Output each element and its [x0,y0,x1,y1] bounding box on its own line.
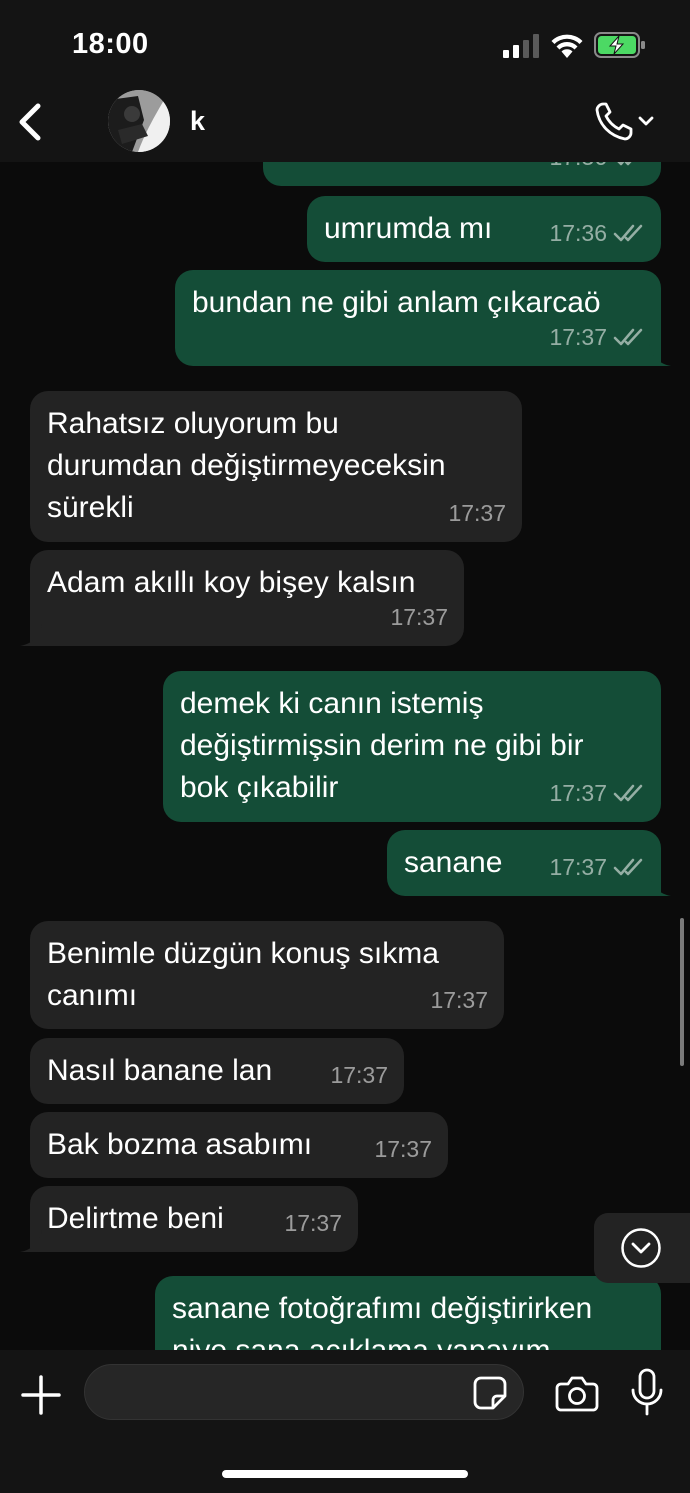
home-indicator [222,1470,468,1478]
message-time: 17:37 [549,780,607,806]
bubble-tail [649,874,671,896]
status-time: 18:00 [72,28,149,60]
wifi-icon [551,34,583,58]
message-text: Rahatsız oluyorum bu durumdan değiştirme… [47,407,446,524]
double-check-icon [617,162,632,166]
message-bubble[interactable]: sanane fotoğrafımı değiştirirken niye sa… [155,1276,661,1350]
plus-icon[interactable] [20,1374,62,1416]
message-time: 17:37 [448,500,506,526]
double-check-icon [613,784,643,802]
message-time: 17:37 [549,324,607,350]
message-bubble[interactable]: bundan ne gibi anlam çıkarcaö 17:37 [175,270,671,366]
double-check-icon [613,858,643,876]
message-time: 17:37 [549,854,607,880]
message-text: sanane fotoğrafımı değiştirirken niye sa… [172,1292,593,1350]
phone-icon [595,102,654,141]
message-bubble[interactable]: Bak bozma asabımı 17:37 [30,1112,448,1178]
status-bar: 18:00 [0,0,690,90]
contact-name[interactable]: k [190,106,205,137]
avatar[interactable] [108,90,170,152]
sticker-icon[interactable] [473,1376,507,1410]
battery-charging-icon [594,32,645,58]
microphone-icon[interactable] [630,1368,664,1418]
bubble-tail [20,624,42,646]
message-list[interactable]: 17:36 umrumda mı 17:36 bundan ne gibi an… [0,162,690,1350]
message-time: 17:37 [374,1136,432,1162]
message-bubble[interactable]: umrumda mı 17:36 [307,196,661,262]
message-bubble[interactable]: demek ki canın istemiş değiştirmişsin de… [163,671,661,822]
message-time: 17:37 [390,604,448,630]
message-bubble[interactable]: Benimle düzgün konuş sıkma canımı 17:37 [30,921,504,1029]
bubble-tail [20,1230,42,1252]
chat-header: k [0,90,690,162]
message-text: Adam akıllı koy bişey kalsın [47,566,416,599]
message-input[interactable] [105,1365,469,1421]
double-check-icon [613,328,643,346]
message-bubble[interactable]: Delirtme beni 17:37 [20,1186,358,1252]
bubble-tail [649,344,671,366]
message-time: 17:36 [549,162,607,178]
message-time: 17:37 [430,987,488,1013]
double-check-icon [613,224,643,242]
scroll-to-bottom-button[interactable] [594,1213,690,1283]
chevron-down-circle-icon [621,1228,661,1268]
call-button[interactable] [594,100,658,144]
message-time: 17:37 [284,1210,342,1236]
input-bar [0,1350,690,1493]
message-time: 17:36 [549,220,607,246]
message-text: Benimle düzgün konuş sıkma canımı [47,937,439,1012]
message-input-field[interactable] [84,1364,524,1421]
message-bubble[interactable]: Nasıl banane lan 17:37 [30,1038,404,1104]
camera-icon[interactable] [555,1374,599,1414]
message-bubble[interactable]: Adam akıllı koy bişey kalsın 17:37 [20,550,464,646]
message-time: 17:37 [330,1062,388,1088]
message-bubble[interactable]: 17:36 [263,162,661,186]
scrollbar[interactable] [680,918,684,1066]
chevron-left-icon[interactable] [14,98,54,146]
message-bubble[interactable]: Rahatsız oluyorum bu durumdan değiştirme… [30,391,522,542]
message-bubble[interactable]: sanane 17:37 [387,830,671,896]
cellular-signal-icon [503,34,539,58]
